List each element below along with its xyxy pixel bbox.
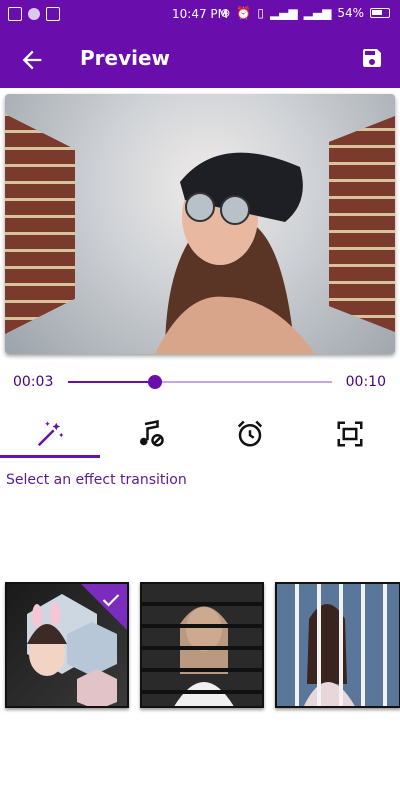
music-off-icon: [140, 419, 164, 447]
tab-duration[interactable]: [200, 412, 300, 456]
tab-music[interactable]: [100, 412, 200, 456]
app-bar: Preview: [0, 30, 400, 88]
check-icon: [102, 594, 120, 607]
video-preview[interactable]: [5, 94, 395, 354]
back-arrow-icon[interactable]: [18, 46, 46, 74]
effect-thumbnail-hexagon[interactable]: [5, 582, 129, 708]
brick-panel-right: [329, 116, 395, 332]
status-bar: 10:47 PM ⊕ ⏰ ▯ ▂▄▆ ▂▄▆ 54%: [0, 0, 400, 30]
tab-frame[interactable]: [300, 412, 400, 456]
vertical-stripes-image: [277, 584, 399, 706]
seek-bar[interactable]: [68, 375, 332, 389]
activity-notification-icon: [46, 7, 60, 21]
current-time: 00:03: [13, 374, 54, 390]
page-title: Preview: [80, 46, 171, 70]
total-time: 00:10: [345, 374, 386, 390]
signal-icon: ▂▄▆: [269, 6, 298, 20]
alarm-status-icon: ⏰: [236, 6, 252, 20]
preview-portrait-image: [155, 152, 315, 354]
horizontal-stripes-image: [142, 584, 262, 706]
save-icon[interactable]: [360, 46, 384, 70]
effect-tabs: [0, 412, 400, 458]
battery-icon: [370, 8, 390, 18]
gallery-notification-icon: [8, 7, 22, 21]
seek-bar-fill: [68, 381, 156, 383]
status-left-icons: [8, 7, 60, 21]
signal-2-icon: ▂▄▆: [303, 6, 332, 20]
app-notification-icon: [28, 8, 40, 20]
vibrate-icon: ▯: [257, 6, 264, 20]
tab-effects[interactable]: [0, 412, 100, 456]
instruction-text: Select an effect transition: [6, 472, 187, 488]
playback-controls: 00:03 00:10: [0, 368, 400, 396]
crop-frame-icon: [337, 421, 363, 447]
brick-panel-left: [5, 114, 75, 334]
seek-bar-thumb[interactable]: [148, 375, 163, 389]
effect-thumbnail-vertical-stripes[interactable]: [275, 582, 400, 708]
effect-thumbnail-horizontal-stripes[interactable]: [140, 582, 264, 708]
magic-wand-icon: [37, 421, 64, 447]
data-saver-icon: ⊕: [220, 6, 231, 20]
alarm-clock-icon: [237, 420, 263, 447]
status-right-icons: ⊕ ⏰ ▯ ▂▄▆ ▂▄▆ 54%: [220, 6, 390, 20]
battery-percent: 54%: [337, 6, 364, 20]
effect-list: [0, 582, 400, 714]
selected-tab-indicator: [0, 455, 100, 458]
